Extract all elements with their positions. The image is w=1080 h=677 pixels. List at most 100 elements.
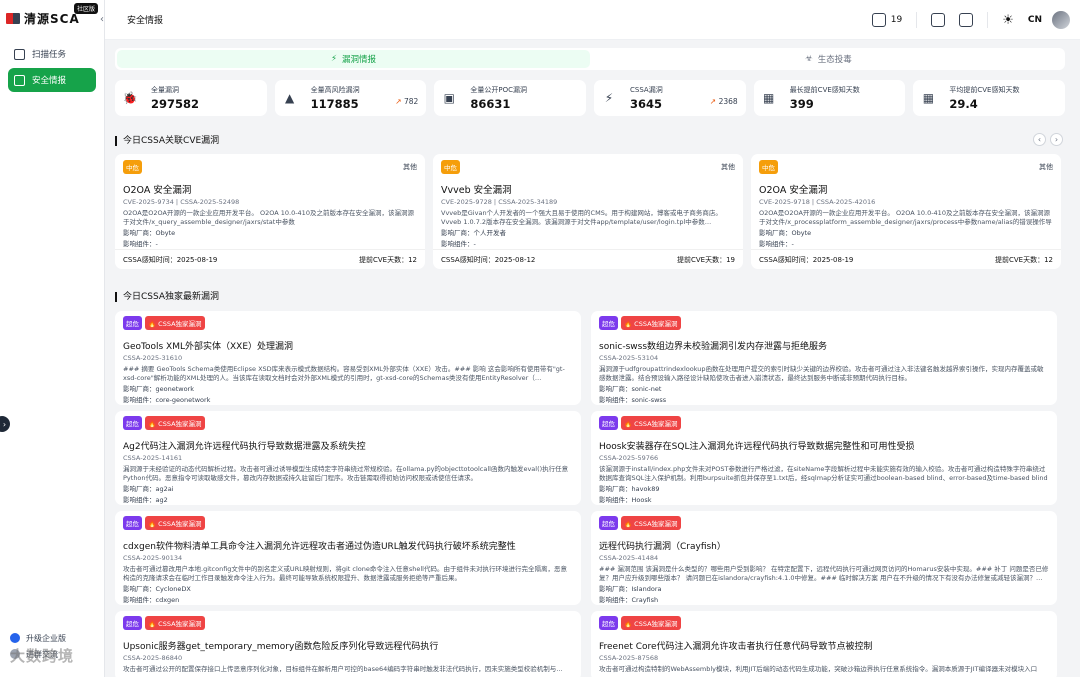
poc-icon: ▣ [443, 91, 456, 105]
card-desc: 攻击者可通过篡改用户本地.gitconfig文件中的别名定义或URL映射规则，将… [123, 565, 567, 582]
card-title: sonic-swss数组边界未校验漏洞引发内存泄露与拒绝服务 [599, 342, 828, 352]
card-title: O2OA 安全漏洞 [759, 185, 828, 196]
card-footer: CSSA感知时间：2025-08-12 提前CVE天数：19 [433, 249, 743, 269]
severity-badge: 超危 [123, 416, 142, 430]
theme-toggle[interactable]: ☀ [1002, 10, 1014, 30]
top-header: 安全情报 19 ☀ CN [105, 0, 1080, 40]
exclusive-vuln-card[interactable]: 超危 🔥 CSSA独家漏洞 Upsonic服务器get_temporary_mem… [115, 611, 581, 677]
notification-count: 19 [890, 15, 903, 25]
severity-badge: 超危 [599, 516, 618, 530]
card-id: CSSA-2025-41484 [599, 554, 659, 562]
exclusive-vuln-card[interactable]: 超危 🔥 CSSA独家漏洞 sonic-swss数组边界未校验漏洞引发内存泄露与拒… [591, 311, 1057, 405]
card-id: CSSA-2025-31610 [123, 354, 183, 362]
card-desc: ### 漏洞范围 该漏洞是什么类型的？哪些用户受到影响？ 在特定配置下，远程代码… [599, 565, 1049, 582]
sun-icon: ☀ [1002, 12, 1014, 28]
tab-bar: ⚡ 漏洞情报 ☣ 生态投毒 [115, 48, 1065, 70]
sidebar-item-scan-tasks[interactable]: 扫描任务 [8, 42, 96, 66]
app-logo[interactable]: 清源SCA 社区版 [0, 0, 104, 36]
stat-high-risk: ▲ 全量高风险漏洞 117885 ↗ 782 [274, 80, 427, 116]
fire-icon: 🔥 [624, 520, 633, 528]
divider [916, 12, 918, 28]
tab-label: 生态投毒 [817, 55, 852, 65]
card-ids: CVE-2025-9728 | CSSA-2025-34189 [441, 198, 558, 206]
card-ids: CVE-2025-9734 | CSSA-2025-52498 [123, 198, 240, 206]
category-label: 其他 [403, 163, 417, 171]
card-desc: 该漏洞源于install/index.php文件未对POST参数进行严格过滤，在… [599, 465, 1048, 482]
cve-card[interactable]: 中危 其他 O2OA 安全漏洞 CVE-2025-9734 | CSSA-202… [115, 154, 425, 269]
stat-label: 最长提前CVE感知天数 [789, 86, 860, 94]
prev-arrow-icon[interactable]: ‹ [1033, 133, 1046, 146]
exclusive-vuln-card[interactable]: 超危 🔥 CSSA独家漏洞 Freenet Core代码注入漏洞允许攻击者执行任意… [591, 611, 1057, 677]
breadcrumb: 安全情报 [127, 16, 164, 26]
cve-card[interactable]: 中危 其他 O2OA 安全漏洞 CVE-2025-9718 | CSSA-202… [751, 154, 1061, 269]
header-actions: 19 ☀ CN [858, 10, 1070, 30]
collapse-sidebar-icon[interactable]: ‹ [100, 14, 104, 25]
scan-task-icon [14, 48, 25, 60]
card-component: 影响组件：- [123, 240, 158, 248]
card-title: cdxgen软件物料清单工具命令注入漏洞允许远程攻击者通过伪造URL触发代码执行… [123, 542, 516, 552]
info-icon [10, 633, 20, 643]
notification-button[interactable]: 19 [871, 10, 903, 30]
exclusive-vuln-card[interactable]: 超危 🔥 CSSA独家漏洞 GeoTools XML外部实体（XXE）处理漏洞 C… [115, 311, 581, 405]
exclusive-tag: 🔥 CSSA独家漏洞 [621, 316, 681, 330]
sidebar-item-security-intel[interactable]: 安全情报 [8, 68, 96, 92]
exclusive-vuln-card[interactable]: 超危 🔥 CSSA独家漏洞 cdxgen软件物料清单工具命令注入漏洞允许远程攻击者… [115, 511, 581, 605]
poison-icon: ☣ [805, 54, 813, 64]
card-title: Hoosk安装器存在SQL注入漏洞允许远程代码执行导致数据完整性和可用性受损 [599, 442, 915, 452]
stat-value: 117885 [310, 97, 359, 111]
sidebar-item-label: 安全情报 [32, 76, 67, 86]
category-label: 其他 [721, 163, 735, 171]
exclusive-vuln-card[interactable]: 超危 🔥 CSSA独家漏洞 Hoosk安装器存在SQL注入漏洞允许远程代码执行导致… [591, 411, 1057, 505]
edition-badge: 社区版 [74, 3, 99, 14]
card-desc: 攻击者可通过公开的配置保存接口上传恶意序列化对象，目标组件在解析用户可控的bas… [123, 665, 563, 673]
calendar-icon: ▦ [763, 91, 775, 105]
severity-badge: 超危 [599, 616, 618, 630]
cve-card[interactable]: 中危 其他 Vvveb 安全漏洞 CVE-2025-9728 | CSSA-20… [433, 154, 743, 269]
card-id: CSSA-2025-86840 [123, 654, 183, 662]
fire-icon: 🔥 [624, 620, 633, 628]
bug-icon: 🐞 [122, 91, 138, 105]
tab-ecosystem-poison[interactable]: ☣ 生态投毒 [592, 48, 1065, 70]
stat-value: 399 [789, 97, 814, 111]
save-button[interactable] [931, 10, 946, 30]
card-title: Ag2代码注入漏洞允许远程代码执行导致数据泄露及系统失控 [123, 442, 366, 452]
card-component: 影响组件：Hoosk [599, 496, 652, 504]
severity-badge: 超危 [599, 316, 618, 330]
card-vendor: 影响厂商：geonetwork [123, 385, 194, 393]
card-component: 影响组件：sonic-swss [599, 396, 667, 404]
card-footer: CSSA感知时间：2025-08-19 提前CVE天数：12 [115, 249, 425, 269]
card-id: CSSA-2025-53104 [599, 354, 659, 362]
section-title-cve: 今日CSSA关联CVE漏洞 [115, 136, 219, 146]
exclusive-vuln-card[interactable]: 超危 🔥 CSSA独家漏洞 Ag2代码注入漏洞允许远程代码执行导致数据泄露及系统失… [115, 411, 581, 505]
avatar[interactable] [1052, 11, 1070, 29]
card-component: 影响组件：ag2 [123, 496, 168, 504]
card-vendor: 影响厂商：havok89 [599, 485, 660, 493]
severity-badge: 超危 [599, 416, 618, 430]
card-title: Upsonic服务器get_temporary_memory函数危险反序列化导致… [123, 642, 439, 652]
notification-icon [871, 13, 886, 27]
exclusive-tag: 🔥 CSSA独家漏洞 [621, 616, 681, 630]
card-vendor: 影响厂商：ag2ai [123, 485, 174, 493]
upgrade-enterprise-link[interactable]: 升级企业版 [10, 630, 96, 646]
card-desc: O2OA是O2OA开源的一款企业应用开发平台。 O2OA 10.0-410及之前… [759, 209, 1052, 226]
card-title: O2OA 安全漏洞 [123, 185, 192, 196]
exclusive-tag-label: CSSA独家漏洞 [634, 620, 678, 628]
next-arrow-icon[interactable]: › [1050, 133, 1063, 146]
fire-icon: 🔥 [148, 420, 157, 428]
stat-value: 29.4 [949, 97, 978, 111]
stat-total-vulns: 🐞 全量漏洞 297582 [115, 80, 267, 116]
exclusive-vuln-card[interactable]: 超危 🔥 CSSA独家漏洞 远程代码执行漏洞（Crayfish） CSSA-202… [591, 511, 1057, 605]
card-desc: 漏洞源于udfgroupattrindexlookup函数在处理用户提交的索引时… [599, 365, 1044, 382]
document-button[interactable] [959, 10, 974, 30]
card-desc: 漏洞源于未经验证的动态代码解析过程。攻击者可通过诱导模型生成特定字符串绕过常规校… [123, 465, 569, 482]
tab-vuln-intel[interactable]: ⚡ 漏洞情报 [117, 50, 590, 68]
card-id: CSSA-2025-90134 [123, 554, 183, 562]
security-intel-icon [14, 74, 25, 86]
severity-badge: 中危 [123, 160, 142, 174]
stat-label: 全量高风险漏洞 [310, 86, 360, 94]
carousel-controls: ‹ › [1033, 133, 1063, 146]
trend-value: 782 [404, 97, 419, 106]
stat-trend: ↗ 782 [395, 97, 418, 106]
language-switch[interactable]: CN [1028, 10, 1042, 30]
card-title: GeoTools XML外部实体（XXE）处理漏洞 [123, 342, 294, 352]
